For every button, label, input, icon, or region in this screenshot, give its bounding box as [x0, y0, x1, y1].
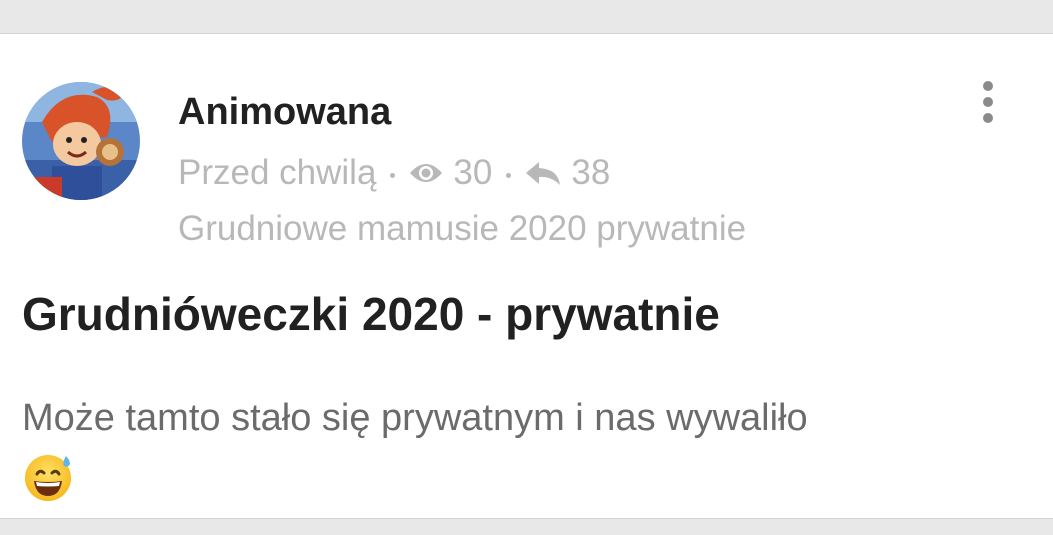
post-title[interactable]: Grudnióweczki 2020 - prywatnie	[22, 287, 720, 341]
separator-dot	[390, 172, 396, 178]
post-card[interactable]: Animowana Przed chwilą 30 38 Grudniowe m…	[0, 33, 1053, 519]
views-count: 30	[453, 153, 493, 192]
avatar[interactable]	[22, 82, 140, 200]
eye-icon	[409, 161, 443, 185]
grinning-face-with-sweat-icon	[22, 450, 74, 502]
avatar-image	[22, 82, 140, 200]
more-vertical-icon[interactable]	[970, 74, 1006, 130]
menu-dot	[983, 97, 993, 107]
menu-dot	[983, 113, 993, 123]
post-body: Może tamto stało się prywatnym i nas wyw…	[22, 397, 808, 439]
post-meta: Przed chwilą 30 38	[178, 151, 610, 195]
group-name[interactable]: Grudniowe mamusie 2020 prywatnie	[178, 207, 746, 251]
reply-arrow-icon	[525, 160, 561, 186]
separator-dot	[506, 172, 512, 178]
author-name[interactable]: Animowana	[178, 90, 391, 134]
replies-count: 38	[571, 153, 611, 192]
menu-dot	[983, 81, 993, 91]
post-time: Przed chwilą	[178, 153, 377, 192]
